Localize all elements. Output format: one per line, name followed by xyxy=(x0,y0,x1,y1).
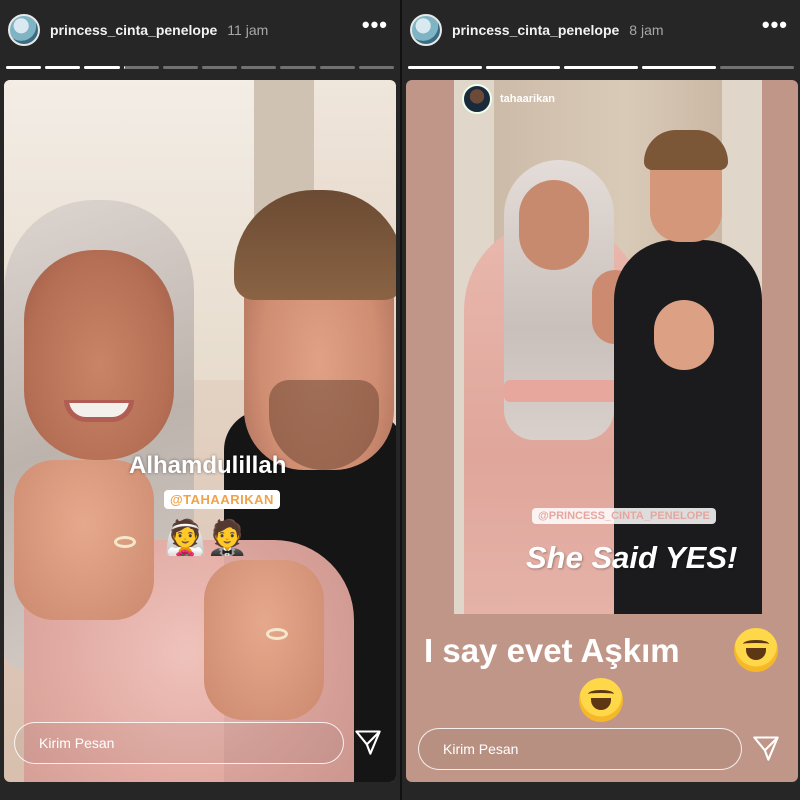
story-media[interactable]: Alhamdulillah @TAHAARIKAN 👰🤵 xyxy=(4,80,396,782)
post-time: 11 jam xyxy=(227,22,269,38)
bride-groom-emoji: 👰🤵 xyxy=(164,519,249,557)
message-input[interactable]: Kirim Pesan xyxy=(14,722,344,764)
headline-text: She Said YES! xyxy=(526,540,738,575)
caption-text: Alhamdulillah xyxy=(129,452,287,479)
progress-segment xyxy=(642,66,716,69)
progress-segment xyxy=(45,66,81,69)
ring-icon xyxy=(266,628,288,640)
mention-sticker[interactable]: @PRINCESS_CINTA_PENELOPE xyxy=(532,508,716,524)
more-icon[interactable]: ••• xyxy=(362,14,388,40)
woman-face xyxy=(24,250,174,460)
progress-segment xyxy=(564,66,638,69)
man-hand xyxy=(654,300,714,370)
progress-segment xyxy=(280,66,316,69)
username[interactable]: princess_cinta_penelope xyxy=(452,22,619,38)
story-progress xyxy=(6,66,395,69)
story-header: princess_cinta_penelope 11 jam ••• xyxy=(0,8,400,52)
profile-avatar[interactable] xyxy=(410,14,442,46)
story-panel-left: princess_cinta_penelope 11 jam ••• Alham… xyxy=(0,0,400,800)
message-input[interactable]: Kirim Pesan xyxy=(418,728,742,770)
progress-segment xyxy=(202,66,238,69)
story-header: princess_cinta_penelope 8 jam ••• xyxy=(402,8,800,52)
more-icon[interactable]: ••• xyxy=(762,14,788,40)
profile-avatar[interactable] xyxy=(8,14,40,46)
man-hand xyxy=(204,560,324,720)
progress-segment xyxy=(241,66,277,69)
send-icon[interactable] xyxy=(354,728,382,756)
man-hair xyxy=(644,130,728,170)
laughing-emoji-icon xyxy=(734,628,778,672)
send-icon[interactable] xyxy=(752,734,780,762)
post-time: 8 jam xyxy=(629,22,664,38)
caption-text: I say evet Aşkım xyxy=(424,632,680,669)
progress-segment xyxy=(6,66,42,69)
progress-segment xyxy=(84,66,120,69)
woman-smile xyxy=(64,400,134,422)
mention-sticker[interactable]: @TAHAARIKAN xyxy=(164,490,280,509)
reshared-username: tahaarikan xyxy=(500,93,556,105)
reshared-photo[interactable]: @PRINCESS_CINTA_PENELOPE She Said YES! xyxy=(454,80,762,614)
dress-belt xyxy=(504,380,624,402)
progress-segment xyxy=(486,66,560,69)
progress-segment xyxy=(319,66,355,69)
progress-segment xyxy=(720,66,794,69)
ring-icon xyxy=(114,536,136,548)
woman-face xyxy=(519,180,589,270)
progress-segment xyxy=(162,66,199,69)
story-progress xyxy=(408,66,794,69)
reshared-user-avatar xyxy=(462,84,492,114)
progress-segment xyxy=(123,66,159,69)
story-media[interactable]: @PRINCESS_CINTA_PENELOPE She Said YES! t… xyxy=(406,80,798,782)
story-panel-right: princess_cinta_penelope 8 jam ••• @PRINC… xyxy=(400,0,800,800)
laughing-emoji-icon xyxy=(579,678,623,722)
progress-segment xyxy=(358,66,395,69)
progress-segment xyxy=(408,66,482,69)
reshared-user-tag[interactable]: tahaarikan xyxy=(462,84,555,114)
username[interactable]: princess_cinta_penelope xyxy=(50,22,217,38)
